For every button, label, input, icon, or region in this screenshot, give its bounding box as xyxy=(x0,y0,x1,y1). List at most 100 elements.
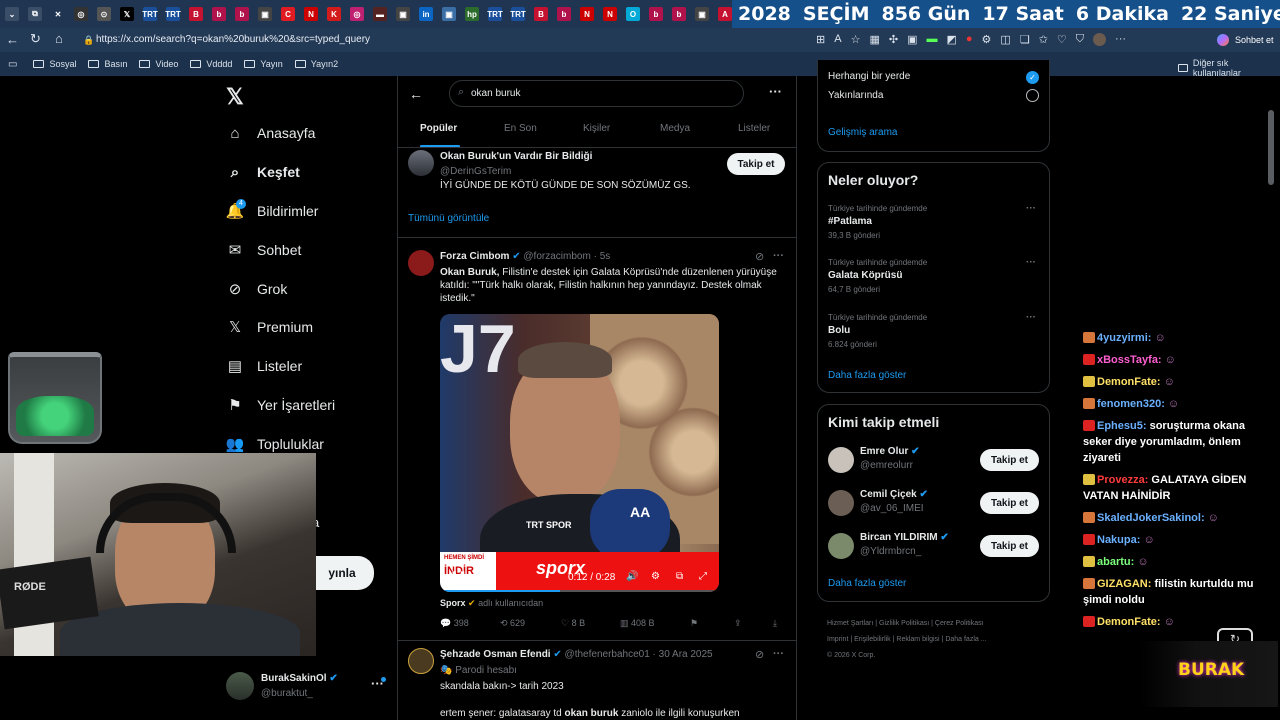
suggested-user-avatar[interactable] xyxy=(828,490,854,516)
footer-link[interactable]: Hizmet Şartları xyxy=(827,620,873,627)
tweet2-more-icon[interactable]: ··· xyxy=(773,648,784,660)
user-result-avatar[interactable] xyxy=(408,150,434,176)
browser-tab[interactable]: ⊙ xyxy=(93,3,115,25)
filter-nearby-radio[interactable] xyxy=(1026,89,1039,102)
extension-icon[interactable]: ▬ xyxy=(926,33,937,46)
tweet-video-player[interactable]: J7 TRT SPOR AA HEMEN ŞİMDİ İNDİR sporx ❚… xyxy=(440,314,719,592)
footer-link[interactable]: Daha fazla ... xyxy=(945,636,986,643)
bookmark-folder[interactable]: Video xyxy=(139,59,178,69)
browser-tab[interactable]: N xyxy=(599,3,621,25)
browser-tab[interactable]: in xyxy=(415,3,437,25)
back-arrow-icon[interactable]: ← xyxy=(409,86,423,102)
browser-tab[interactable]: K xyxy=(323,3,345,25)
profile-avatar[interactable] xyxy=(1093,33,1107,46)
share-icon[interactable]: ⇪ xyxy=(734,618,742,629)
browser-tab[interactable]: N xyxy=(576,3,598,25)
browser-tab[interactable]: b xyxy=(668,3,690,25)
nav-item-anasayfa[interactable]: ⌂ Anasayfa xyxy=(226,124,315,142)
tweet2-author-avatar[interactable] xyxy=(408,648,434,674)
trend-name[interactable]: Galata Köprüsü xyxy=(828,270,902,281)
browser-tab[interactable]: ▬ xyxy=(369,3,391,25)
user-result-name[interactable]: Okan Buruk'un Vardır Bir Bildiği xyxy=(440,151,592,162)
browser-tab[interactable]: TRT xyxy=(139,3,161,25)
views-button[interactable]: ▥ 408 B xyxy=(620,618,655,629)
pause-icon[interactable]: ❚❚ xyxy=(450,571,467,582)
browser-tab[interactable]: ▣ xyxy=(691,3,713,25)
trends-show-more-link[interactable]: Daha fazla göster xyxy=(828,370,906,381)
browser-tab[interactable]: ◎ xyxy=(346,3,368,25)
browser-tab[interactable]: ✕ xyxy=(47,3,69,25)
browser-tab[interactable]: b xyxy=(553,3,575,25)
tweet-author-handle[interactable]: @forzacimbom xyxy=(523,251,590,262)
tweet2-author-handle[interactable]: @thefenerbahce01 xyxy=(565,649,650,660)
reading-list-icon[interactable]: ▭ xyxy=(8,59,17,70)
shield-icon[interactable]: ⛉ xyxy=(1076,33,1084,46)
follow-button[interactable]: Takip et xyxy=(980,535,1039,557)
suggested-user-avatar[interactable] xyxy=(828,533,854,559)
grok-icon[interactable]: ⊘ xyxy=(755,250,764,263)
trend-more-icon[interactable]: ··· xyxy=(1026,203,1036,214)
browser-tab[interactable]: 𝕏 xyxy=(116,3,138,25)
browser-tab[interactable]: b xyxy=(208,3,230,25)
favorite-icon[interactable]: ☆ xyxy=(851,33,861,46)
browser-tab[interactable]: B xyxy=(530,3,552,25)
follow-button[interactable]: Takip et xyxy=(980,492,1039,514)
extension-icon[interactable]: ◩ xyxy=(946,33,956,46)
search-tab[interactable]: En Son xyxy=(504,123,537,134)
suggested-user-name[interactable]: Bircan YILDIRIM ✔ xyxy=(860,532,949,543)
tweet2-author-name[interactable]: Şehzade Osman Efendi xyxy=(440,649,551,660)
browser-tab[interactable]: ⌄ xyxy=(1,3,23,25)
repost-button[interactable]: ⟲ 629 xyxy=(500,618,525,629)
fullscreen-icon[interactable]: ⤢ xyxy=(699,571,707,582)
collections-icon[interactable]: ❏ xyxy=(1020,33,1030,46)
extension-icon[interactable]: ▦ xyxy=(869,33,879,46)
like-button[interactable]: ♡ 8 B xyxy=(561,618,585,629)
account-name[interactable]: BurakSakinOl ✔ xyxy=(261,673,338,684)
trend-more-icon[interactable]: ··· xyxy=(1026,312,1036,323)
browser-tab[interactable]: TRT xyxy=(162,3,184,25)
browser-tab[interactable]: b xyxy=(231,3,253,25)
browser-tab[interactable]: C xyxy=(277,3,299,25)
suggested-user-avatar[interactable] xyxy=(828,447,854,473)
footer-link[interactable]: Erişilebilirlik xyxy=(854,636,891,643)
tweet2-date[interactable]: 30 Ara 2025 xyxy=(659,649,713,660)
back-icon[interactable]: ← xyxy=(6,32,19,47)
follow-button[interactable]: Takip et xyxy=(727,153,785,175)
reload-icon[interactable]: ↻ xyxy=(30,31,41,47)
footer-link[interactable]: Imprint xyxy=(827,636,848,643)
picture-in-picture-icon[interactable]: ⧉ xyxy=(676,571,683,582)
heart-icon[interactable]: ♡ xyxy=(1057,33,1067,46)
volume-icon[interactable]: 🔊 xyxy=(626,571,638,582)
grok-icon[interactable]: ⊘ xyxy=(755,648,764,661)
apps-icon[interactable]: ⊞ xyxy=(816,33,825,46)
browser-tab[interactable]: N xyxy=(300,3,322,25)
footer-link[interactable]: Gizlilik Politikası xyxy=(879,620,929,627)
extension-icon[interactable]: ✣ xyxy=(889,33,898,46)
trend-name[interactable]: #Patlama xyxy=(828,216,872,227)
home-icon[interactable]: ⌂ xyxy=(55,31,63,46)
nav-item-yer-i-şaretleri[interactable]: ⚑ Yer İşaretleri xyxy=(226,396,335,414)
tweet-author-name[interactable]: Forza Cimbom xyxy=(440,251,509,262)
page-scrollbar-thumb[interactable] xyxy=(1268,110,1274,185)
nav-item-topluluklar[interactable]: 👥 Topluluklar xyxy=(226,435,324,453)
url-field[interactable]: 🔒 https://x.com/search?q=okan%20buruk%20… xyxy=(78,31,798,49)
tweet-author-avatar[interactable] xyxy=(408,250,434,276)
search-settings-icon[interactable]: ··· xyxy=(769,84,782,99)
extensions-icon[interactable]: ⚙ xyxy=(982,33,992,46)
reply-button[interactable]: 💬 398 xyxy=(440,618,469,629)
browser-tab[interactable]: O xyxy=(622,3,644,25)
browser-tab[interactable]: ◎ xyxy=(70,3,92,25)
other-bookmarks[interactable]: Diğer sık kullanılanlar xyxy=(1178,58,1268,78)
bookmark-folder[interactable]: Yayın2 xyxy=(294,59,338,69)
favorites-icon[interactable]: ✩ xyxy=(1039,33,1048,46)
who-to-follow-show-more-link[interactable]: Daha fazla göster xyxy=(828,578,906,589)
nav-item-premium[interactable]: 𝕏 Premium xyxy=(226,318,313,336)
tweet-time[interactable]: 5s xyxy=(600,251,611,262)
browser-tab[interactable]: ▣ xyxy=(254,3,276,25)
search-input[interactable]: ⌕ okan buruk xyxy=(449,80,744,107)
nav-item-sohbet[interactable]: ✉ Sohbet xyxy=(226,241,302,259)
more-icon[interactable]: ··· xyxy=(1115,33,1126,46)
suggested-user-name[interactable]: Cemil Çiçek ✔ xyxy=(860,489,928,500)
search-tab[interactable]: Popüler xyxy=(420,123,457,134)
browser-tab[interactable]: TRT xyxy=(484,3,506,25)
